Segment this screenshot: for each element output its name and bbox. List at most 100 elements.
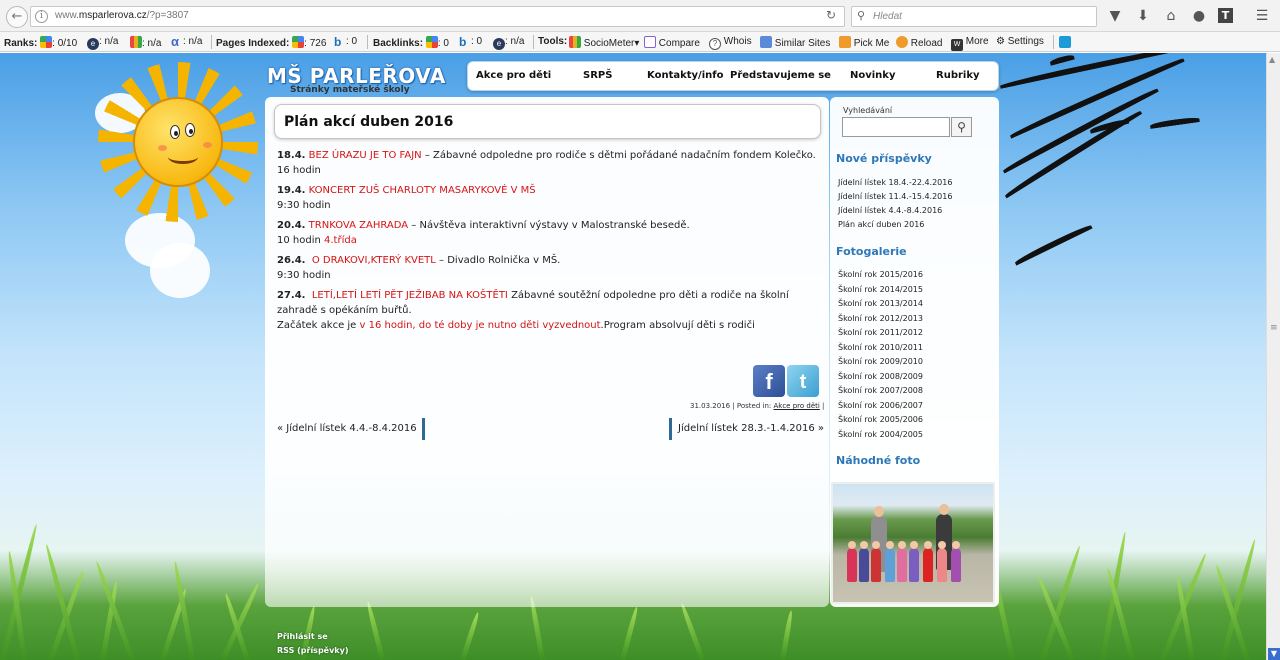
url-text[interactable]: www.msparlerova.cz/?p=3807 bbox=[55, 10, 189, 21]
sun-cheek bbox=[203, 142, 212, 148]
main-menu: Akce pro děti SRPŠ Kontakty/info Předsta… bbox=[467, 61, 999, 91]
download-icon[interactable]: ⬇ bbox=[1134, 7, 1152, 25]
twitter-share-icon[interactable]: t bbox=[787, 365, 819, 397]
chat-icon[interactable]: ● bbox=[1190, 7, 1208, 25]
grass-blade bbox=[44, 543, 80, 660]
facebook-share-icon[interactable]: f bbox=[753, 365, 785, 397]
event-entry: 20.4. TRNKOVA ZAHRADA – Návštěva interak… bbox=[277, 220, 690, 246]
search-icon[interactable]: ⚲ bbox=[951, 117, 972, 137]
menu-item-akce[interactable]: Akce pro děti bbox=[476, 70, 551, 81]
new-post-link[interactable]: Jídelní lístek 11.4.-15.4.2016 bbox=[838, 192, 952, 201]
gallery-link[interactable]: Školní rok 2011/2012 bbox=[838, 328, 923, 337]
category-link[interactable]: Akce pro děti bbox=[773, 402, 819, 410]
hamburger-menu-icon[interactable]: ☰ bbox=[1253, 7, 1271, 25]
google-icon bbox=[40, 36, 53, 48]
backlinks-3[interactable]: e: n/a bbox=[493, 36, 524, 50]
menu-item-predstavujeme[interactable]: Představujeme se bbox=[730, 70, 831, 81]
gallery-link[interactable]: Školní rok 2009/2010 bbox=[838, 357, 923, 366]
reload-button[interactable]: Reload bbox=[896, 36, 942, 49]
pocket-icon[interactable]: ▼ bbox=[1106, 7, 1124, 25]
next-post-link[interactable]: Jídelní lístek 28.3.-1.4.2016 » bbox=[669, 418, 824, 440]
browser-toolbar: ← i www.msparlerova.cz/?p=3807 ↻ ⚲ Hleda… bbox=[0, 0, 1280, 32]
gallery-link[interactable]: Školní rok 2012/2013 bbox=[838, 314, 923, 323]
rank-3[interactable]: : n/a bbox=[130, 36, 161, 49]
random-photo[interactable] bbox=[831, 482, 995, 604]
twitter-toolbar-button[interactable] bbox=[1059, 36, 1071, 49]
bing-icon: b bbox=[334, 35, 342, 49]
menu-item-srps[interactable]: SRPŠ bbox=[583, 70, 612, 81]
new-posts-heading: Nové příspěvky bbox=[836, 152, 932, 165]
menu-item-rubriky[interactable]: Rubriky bbox=[936, 70, 980, 81]
bird-silhouette bbox=[1149, 116, 1200, 129]
event-link[interactable]: O DRAKOVI,KTERÝ KVETL bbox=[312, 255, 436, 266]
search-icon: ⚲ bbox=[857, 9, 866, 22]
login-link[interactable]: Přihlásit se bbox=[277, 632, 328, 641]
tools-label: Tools: bbox=[538, 36, 568, 47]
photo-child bbox=[923, 541, 933, 582]
page-scrollbar[interactable]: ▲ ≡ ▼ bbox=[1266, 53, 1280, 660]
photo-child bbox=[937, 541, 947, 582]
event-link[interactable]: BEZ ÚRAZU JE TO FAJN bbox=[309, 150, 422, 161]
whois-button[interactable]: ? Whois bbox=[709, 36, 752, 50]
compare-button[interactable]: Compare bbox=[644, 36, 700, 49]
sidebar-search-input[interactable] bbox=[842, 117, 950, 137]
previous-post-link[interactable]: « Jídelní lístek 4.4.-8.4.2016 bbox=[277, 418, 425, 440]
reload-orange-icon bbox=[896, 36, 908, 48]
bird-silhouette bbox=[1049, 53, 1075, 66]
gallery-link[interactable]: Školní rok 2005/2006 bbox=[838, 415, 923, 424]
gallery-link[interactable]: Školní rok 2008/2009 bbox=[838, 372, 923, 381]
globe-icon: e bbox=[87, 38, 99, 50]
menu-item-novinky[interactable]: Novinky bbox=[850, 70, 895, 81]
more-button[interactable]: W More bbox=[951, 36, 989, 51]
gallery-link[interactable]: Školní rok 2015/2016 bbox=[838, 270, 923, 279]
rank-2[interactable]: e: n/a bbox=[87, 36, 118, 50]
back-arrow-icon[interactable]: ← bbox=[6, 6, 28, 28]
seo-toolbar: Ranks: : 0/10 e: n/a : n/a α: n/a Pages … bbox=[0, 32, 1280, 52]
gallery-link[interactable]: Školní rok 2004/2005 bbox=[838, 430, 923, 439]
chart-icon bbox=[569, 36, 581, 48]
scroll-grip-icon[interactable]: ≡ bbox=[1270, 323, 1278, 333]
backlinks-bing[interactable]: b: 0 bbox=[459, 36, 482, 49]
browser-search-bar[interactable]: ⚲ Hledat bbox=[851, 6, 1097, 27]
new-post-link[interactable]: Jídelní lístek 18.4.-22.4.2016 bbox=[838, 178, 952, 187]
home-icon[interactable]: ⌂ bbox=[1162, 7, 1180, 25]
question-icon: ? bbox=[709, 38, 721, 50]
settings-button[interactable]: ⚙ Settings bbox=[996, 36, 1044, 47]
gallery-link[interactable]: Školní rok 2007/2008 bbox=[838, 386, 923, 395]
gallery-link[interactable]: Školní rok 2014/2015 bbox=[838, 285, 923, 294]
sociometer-button[interactable]: SocioMeter▾ bbox=[569, 36, 639, 49]
photo-child bbox=[885, 541, 895, 582]
grass-blade bbox=[780, 610, 794, 660]
event-link[interactable]: LETÍ,LETÍ LETÍ PĚT JEŽIBAB NA KOŠTĚTI bbox=[312, 290, 508, 301]
grass-blade bbox=[460, 611, 481, 660]
menu-item-kontakty[interactable]: Kontakty/info bbox=[647, 70, 723, 81]
event-link[interactable]: KONCERT ZUŠ CHARLOTY MASARYKOVÉ V MŠ bbox=[309, 185, 536, 196]
event-entry: 26.4. O DRAKOVI,KTERÝ KVETL – Divadlo Ro… bbox=[277, 255, 561, 281]
separator bbox=[211, 35, 212, 49]
gallery-link[interactable]: Školní rok 2013/2014 bbox=[838, 299, 923, 308]
t-extension-icon[interactable]: T bbox=[1218, 8, 1233, 23]
url-bar[interactable]: i www.msparlerova.cz/?p=3807 bbox=[30, 6, 845, 27]
pick-me-button[interactable]: Pick Me bbox=[839, 36, 889, 49]
gallery-link[interactable]: Školní rok 2006/2007 bbox=[838, 401, 923, 410]
rss-link[interactable]: RSS (příspěvky) bbox=[277, 646, 349, 655]
info-icon[interactable]: i bbox=[35, 10, 48, 23]
pages-bing[interactable]: b: 0 bbox=[334, 36, 357, 49]
gallery-link[interactable]: Školní rok 2010/2011 bbox=[838, 343, 923, 352]
event-link[interactable]: TRNKOVA ZAHRADA bbox=[309, 220, 408, 231]
event-entry: 19.4. KONCERT ZUŠ CHARLOTY MASARYKOVÉ V … bbox=[277, 185, 536, 211]
new-post-link[interactable]: Plán akcí duben 2016 bbox=[838, 220, 924, 229]
scroll-down-arrow-icon[interactable]: ▼ bbox=[1268, 648, 1280, 660]
new-post-link[interactable]: Jídelní lístek 4.4.-8.4.2016 bbox=[838, 206, 942, 215]
grass-blade bbox=[1036, 575, 1075, 660]
scroll-up-arrow-icon[interactable]: ▲ bbox=[1269, 55, 1275, 64]
reload-icon[interactable]: ↻ bbox=[826, 8, 836, 22]
grass-blade bbox=[679, 602, 705, 660]
similar-sites-button[interactable]: Similar Sites bbox=[760, 36, 830, 49]
alexa-rank[interactable]: α: n/a bbox=[171, 35, 202, 48]
class-link[interactable]: 4.třída bbox=[324, 235, 357, 246]
photo-child bbox=[897, 541, 907, 582]
event-entry: 27.4. LETÍ,LETÍ LETÍ PĚT JEŽIBAB NA KOŠT… bbox=[277, 290, 789, 331]
post-header: Plán akcí duben 2016 bbox=[274, 104, 821, 139]
photo-child bbox=[871, 541, 881, 582]
